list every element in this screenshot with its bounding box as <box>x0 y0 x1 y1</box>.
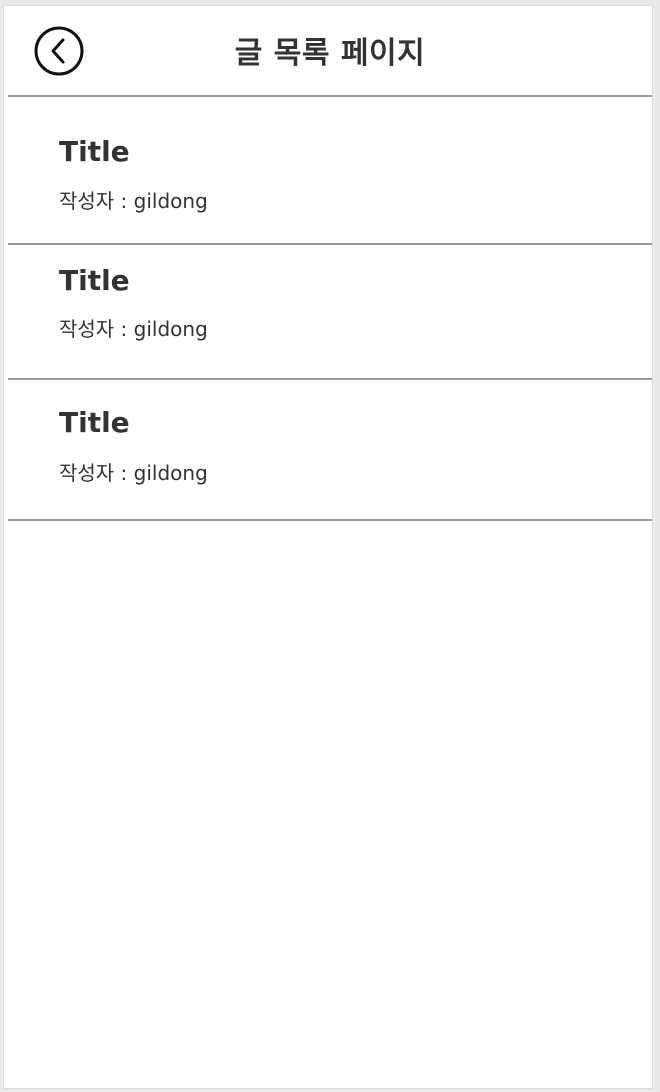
post-list-item[interactable]: Title 작성자 : gildong <box>8 97 652 245</box>
post-title: Title <box>59 135 130 168</box>
app-screen: 글 목록 페이지 Title 작성자 : gildong Title 작성자 :… <box>4 6 652 1088</box>
post-list: Title 작성자 : gildong Title 작성자 : gildong … <box>8 97 652 521</box>
page-title: 글 목록 페이지 <box>234 36 426 71</box>
post-author: 작성자 : gildong <box>59 189 208 213</box>
post-title: Title <box>59 406 130 439</box>
post-author: 작성자 : gildong <box>59 461 208 485</box>
post-title: Title <box>59 264 130 297</box>
post-list-item[interactable]: Title 작성자 : gildong <box>8 245 652 380</box>
page-header: 글 목록 페이지 <box>8 6 652 97</box>
post-list-item[interactable]: Title 작성자 : gildong <box>8 380 652 521</box>
post-author: 작성자 : gildong <box>59 317 208 341</box>
